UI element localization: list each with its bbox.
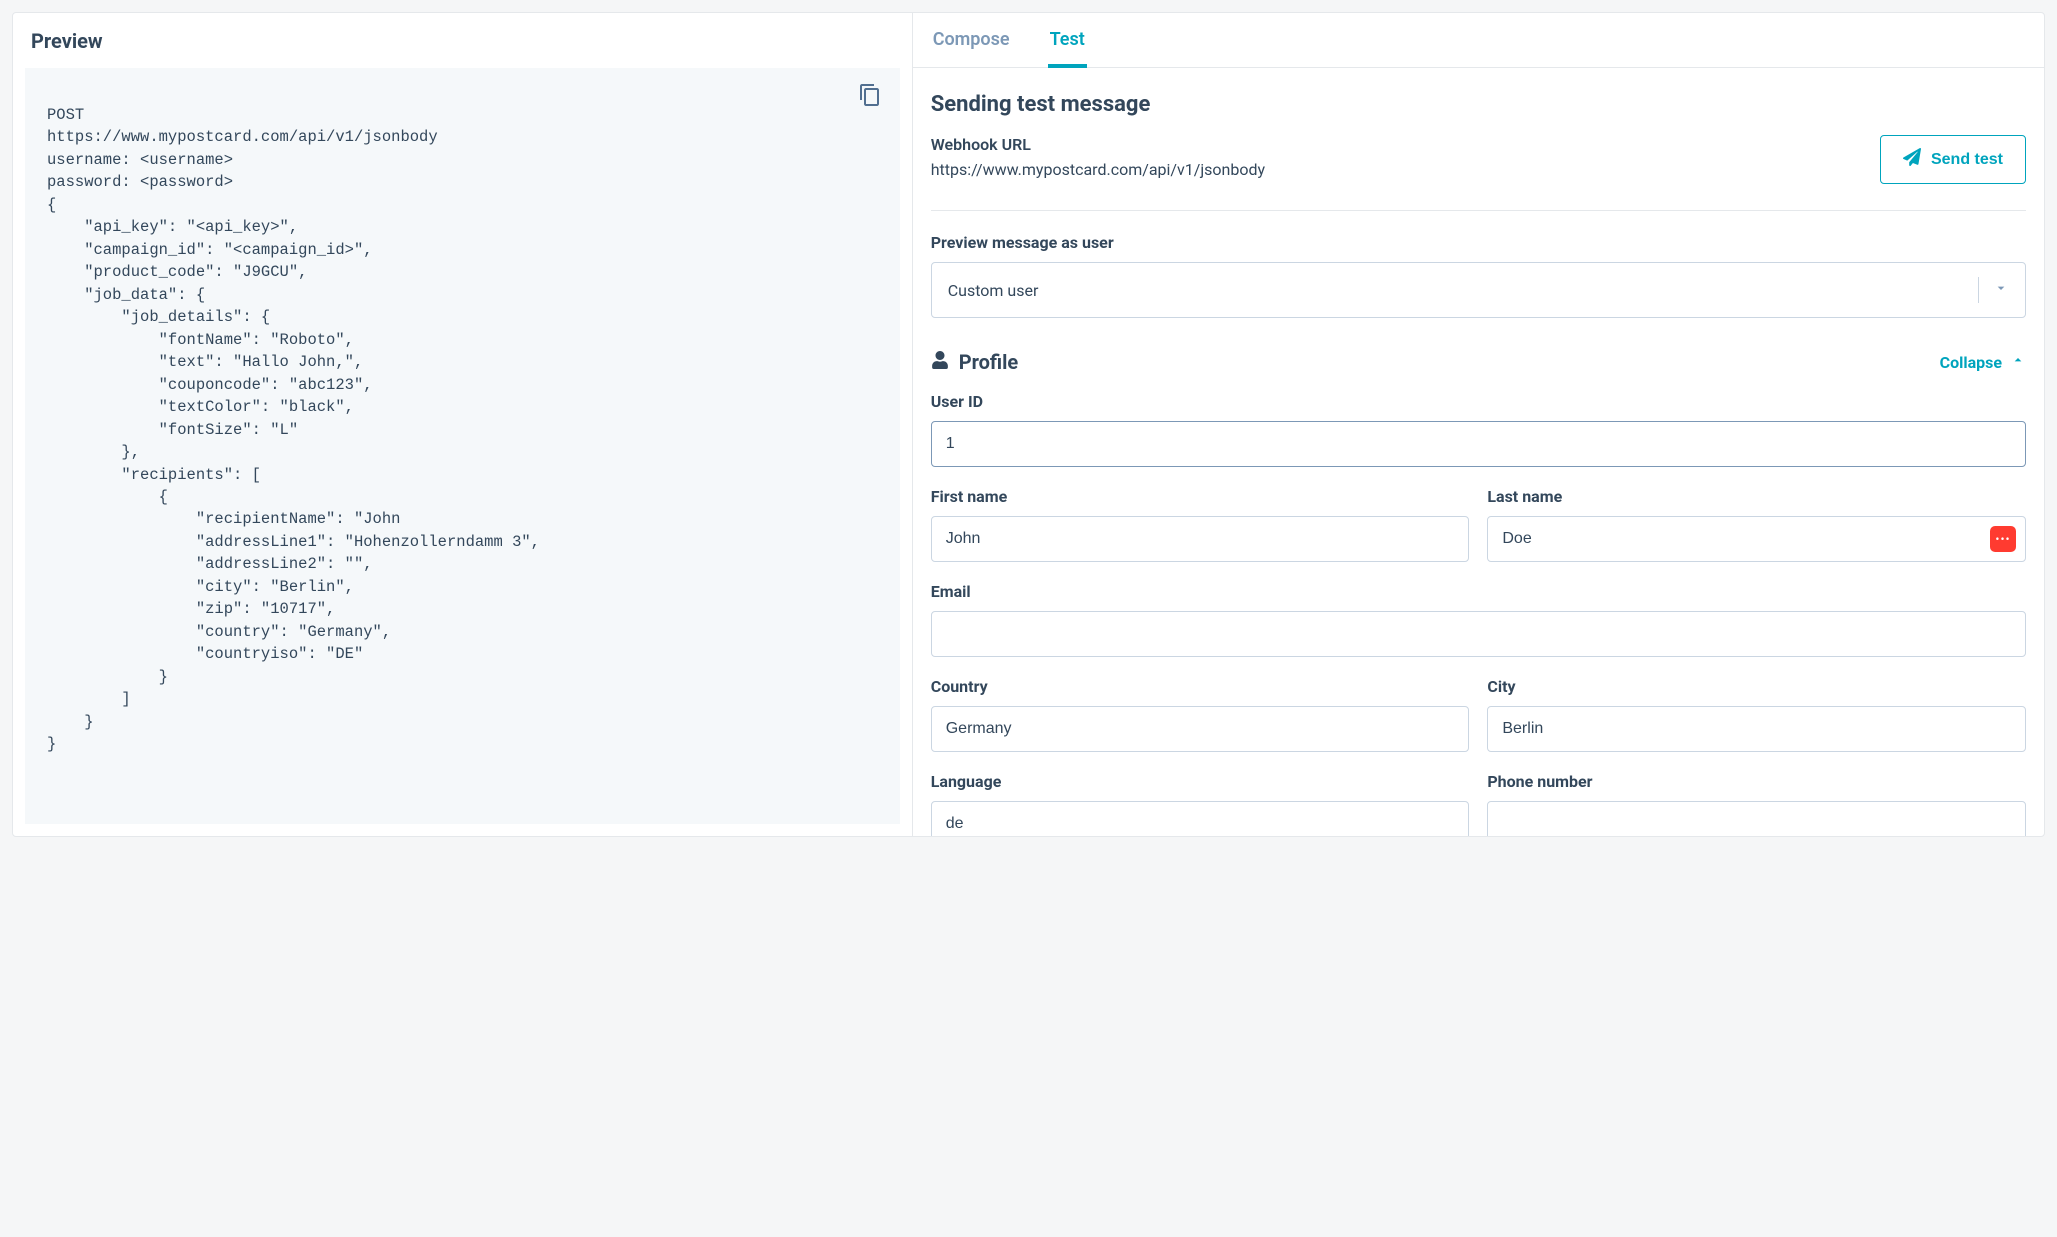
collapse-label: Collapse xyxy=(1940,353,2002,372)
test-content: Sending test message Webhook URL https:/… xyxy=(913,68,2044,836)
email-label: Email xyxy=(931,582,2026,601)
user-id-input[interactable] xyxy=(931,421,2026,467)
city-label: City xyxy=(1487,677,2026,696)
password-manager-icon[interactable]: ••• xyxy=(1990,526,2016,552)
profile-title: Profile xyxy=(931,350,1019,374)
copy-icon xyxy=(858,83,882,110)
country-input[interactable] xyxy=(931,706,1470,752)
user-id-label: User ID xyxy=(931,392,2026,411)
preview-header: Preview xyxy=(13,13,912,68)
test-panel: Compose Test Sending test message Webhoo… xyxy=(913,13,2044,836)
profile-heading: Profile xyxy=(959,350,1019,374)
last-name-label: Last name xyxy=(1487,487,2026,506)
paper-plane-icon xyxy=(1903,148,1921,171)
webhook-row: Webhook URL https://www.mypostcard.com/a… xyxy=(931,135,2026,211)
tab-compose[interactable]: Compose xyxy=(931,13,1012,68)
select-divider xyxy=(1978,277,1979,303)
preview-as-label: Preview message as user xyxy=(931,233,2026,252)
webhook-info: Webhook URL https://www.mypostcard.com/a… xyxy=(931,135,1265,179)
user-icon xyxy=(931,350,949,374)
preview-as-select[interactable]: Custom user xyxy=(931,262,2026,318)
preview-as-value: Custom user xyxy=(948,281,1039,300)
sending-test-heading: Sending test message xyxy=(931,92,2026,117)
preview-as-select-wrap: Custom user xyxy=(931,262,2026,318)
first-name-input[interactable] xyxy=(931,516,1470,562)
chevron-down-icon xyxy=(1993,280,2009,300)
profile-header: Profile Collapse xyxy=(931,350,2026,374)
webhook-url-value: https://www.mypostcard.com/api/v1/jsonbo… xyxy=(931,160,1265,179)
country-label: Country xyxy=(931,677,1470,696)
tabs: Compose Test xyxy=(913,13,2044,68)
preview-heading: Preview xyxy=(31,29,894,53)
phone-input[interactable] xyxy=(1487,801,2026,836)
language-input[interactable] xyxy=(931,801,1470,836)
phone-label: Phone number xyxy=(1487,772,2026,791)
first-name-label: First name xyxy=(931,487,1470,506)
collapse-button[interactable]: Collapse xyxy=(1940,352,2026,372)
chevron-up-icon xyxy=(2010,352,2026,372)
last-name-input[interactable] xyxy=(1487,516,2026,562)
webhook-url-label: Webhook URL xyxy=(931,135,1265,154)
city-input[interactable] xyxy=(1487,706,2026,752)
copy-button[interactable] xyxy=(856,82,884,110)
send-test-label: Send test xyxy=(1931,151,2003,169)
code-preview-text: POST https://www.mypostcard.com/api/v1/j… xyxy=(25,68,900,778)
code-block: POST https://www.mypostcard.com/api/v1/j… xyxy=(25,68,900,824)
app-container: Preview POST https://www.mypostcard.com/… xyxy=(12,12,2045,837)
select-indicator xyxy=(1978,277,2009,303)
send-test-button[interactable]: Send test xyxy=(1880,135,2026,184)
email-input[interactable] xyxy=(931,611,2026,657)
preview-panel: Preview POST https://www.mypostcard.com/… xyxy=(13,13,913,836)
tab-test[interactable]: Test xyxy=(1048,13,1087,68)
language-label: Language xyxy=(931,772,1470,791)
